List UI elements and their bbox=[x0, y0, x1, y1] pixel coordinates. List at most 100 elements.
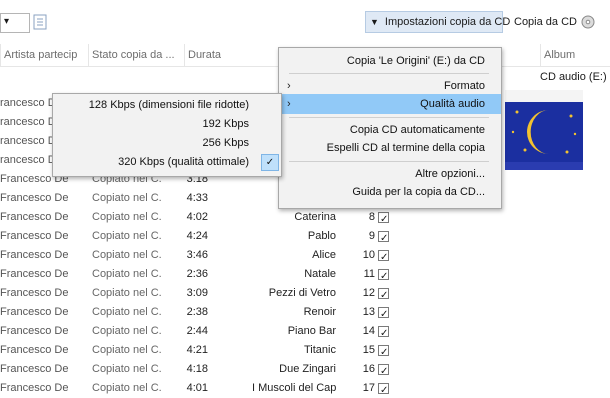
row-artist: Francesco De bbox=[0, 249, 68, 261]
row-artist: Francesco De bbox=[0, 192, 68, 204]
table-row[interactable]: Francesco De Copiato nel C... 4:21 Titanic 1… bbox=[0, 341, 500, 360]
row-title: Titanic bbox=[304, 344, 336, 356]
menu-separator bbox=[289, 161, 489, 162]
header-status[interactable]: Stato copia da ... bbox=[88, 44, 184, 66]
album-label: CD audio (E:) bbox=[540, 71, 607, 83]
row-artist: Francesco De bbox=[0, 211, 68, 223]
row-title: I Muscoli del Capitano bbox=[252, 382, 336, 394]
copy-cd-button[interactable]: Copia da CD bbox=[508, 11, 610, 33]
cd-icon bbox=[581, 15, 595, 29]
row-duration: 4:21 bbox=[186, 344, 208, 356]
row-track-number: 16 bbox=[362, 363, 375, 375]
row-checkbox[interactable] bbox=[378, 364, 389, 375]
table-row[interactable]: Francesco De Copiato nel C... 3:09 Pezzi di… bbox=[0, 284, 500, 303]
row-title: Natale bbox=[304, 268, 336, 280]
row-track-number: 14 bbox=[362, 325, 375, 337]
row-duration: 4:33 bbox=[186, 192, 208, 204]
row-artist: Francesco De bbox=[0, 325, 68, 337]
table-row[interactable]: Francesco De Copiato nel C... 3:46 Alice 10 bbox=[0, 246, 500, 265]
settings-icon[interactable] bbox=[33, 14, 47, 30]
row-status: Copiato nel C... bbox=[92, 211, 162, 223]
quality-option-192[interactable]: 192 Kbps bbox=[53, 115, 281, 134]
row-artist: Francesco De bbox=[0, 344, 68, 356]
selected-check-icon: ✓ bbox=[261, 154, 279, 171]
row-track-number: 10 bbox=[362, 249, 375, 261]
row-duration: 4:01 bbox=[186, 382, 208, 394]
row-track-number: 15 bbox=[362, 344, 375, 356]
menu-item-eject[interactable]: Espelli CD al termine della copia bbox=[279, 138, 501, 158]
quality-option-256[interactable]: 256 Kbps bbox=[53, 134, 281, 153]
row-checkbox[interactable] bbox=[378, 231, 389, 242]
chevron-left-icon: › bbox=[287, 98, 291, 110]
row-artist: Francesco De bbox=[0, 306, 68, 318]
copy-cd-label: Copia da CD bbox=[514, 16, 577, 28]
table-row[interactable]: Francesco De Copiato nel C... 2:44 Piano Ba… bbox=[0, 322, 500, 341]
menu-item-copy-cd[interactable]: Copia 'Le Origini' (E:) da CD bbox=[279, 51, 501, 71]
row-title: Renoir bbox=[303, 306, 336, 318]
header-contributing-artist[interactable]: Artista partecip bbox=[0, 44, 88, 66]
menu-item-auto-copy[interactable]: Copia CD automaticamente bbox=[279, 120, 501, 140]
row-checkbox[interactable] bbox=[378, 269, 389, 280]
row-track-number: 17 bbox=[362, 382, 375, 394]
row-title: Due Zingari bbox=[279, 363, 336, 375]
row-track-number: 9 bbox=[368, 230, 375, 242]
row-duration: 4:02 bbox=[186, 211, 208, 223]
table-row[interactable]: Francesco De Copiato nel C... 2:38 Renoir 13 bbox=[0, 303, 500, 322]
row-status: Copiato nel C... bbox=[92, 230, 162, 242]
row-duration: 4:18 bbox=[186, 363, 208, 375]
table-row[interactable]: Francesco De Copiato nel C... 4:01 I Muscol… bbox=[0, 379, 500, 398]
row-track-number: 8 bbox=[368, 211, 375, 223]
menu-separator bbox=[289, 73, 489, 74]
row-track-number: 13 bbox=[362, 306, 375, 318]
header-duration[interactable]: Durata bbox=[184, 44, 244, 66]
row-artist: Francesco De bbox=[0, 382, 68, 394]
table-row[interactable]: Francesco De Copiato nel C... 4:24 Pablo 9 bbox=[0, 227, 500, 246]
menu-separator bbox=[289, 117, 489, 118]
menu-item-help[interactable]: Guida per la copia da CD... bbox=[279, 182, 501, 202]
row-duration: 2:44 bbox=[186, 325, 208, 337]
row-checkbox[interactable] bbox=[378, 250, 389, 261]
table-row[interactable]: Francesco De Copiato nel C... 2:36 Natale 11 bbox=[0, 265, 500, 284]
menu-item-audio-quality[interactable]: › Qualità audio bbox=[279, 94, 501, 114]
row-status: Copiato nel C... bbox=[92, 382, 162, 394]
row-checkbox[interactable] bbox=[378, 345, 389, 356]
header-album[interactable]: Album bbox=[540, 44, 610, 66]
chevron-down-icon[interactable]: ▾ bbox=[4, 16, 9, 27]
row-artist: Francesco De bbox=[0, 287, 68, 299]
row-title: Pablo bbox=[307, 230, 336, 242]
row-status: Copiato nel C... bbox=[92, 344, 162, 356]
row-duration: 3:09 bbox=[186, 287, 208, 299]
row-title: Pezzi di Vetro bbox=[268, 287, 336, 299]
row-title: Piano Bar bbox=[287, 325, 336, 337]
row-status: Copiato nel C... bbox=[92, 325, 162, 337]
row-checkbox[interactable] bbox=[378, 307, 389, 318]
chevron-down-icon: ▼ bbox=[370, 17, 379, 27]
import-settings-label: Impostazioni copia da CD bbox=[384, 16, 511, 28]
row-duration: 2:36 bbox=[186, 268, 208, 280]
row-track-number: 12 bbox=[362, 287, 375, 299]
row-checkbox[interactable] bbox=[378, 288, 389, 299]
toolbar: ▾ ▼ Impostazioni copia da CD Copia da CD bbox=[0, 0, 610, 45]
row-checkbox[interactable] bbox=[378, 212, 389, 223]
row-artist: Francesco De bbox=[0, 230, 68, 242]
row-status: Copiato nel C... bbox=[92, 249, 162, 261]
row-checkbox[interactable] bbox=[378, 326, 389, 337]
row-status: Copiato nel C... bbox=[92, 306, 162, 318]
menu-item-format[interactable]: › Formato bbox=[279, 76, 501, 96]
row-status: Copiato nel C... bbox=[92, 192, 162, 204]
row-status: Copiato nel C... bbox=[92, 268, 162, 280]
quality-option-128[interactable]: 128 Kbps (dimensioni file ridotte) bbox=[53, 96, 281, 115]
table-row[interactable]: Francesco De Copiato nel C... 4:18 Due Zing… bbox=[0, 360, 500, 379]
table-row[interactable]: Francesco De Copiato nel C... 4:02 Caterina… bbox=[0, 208, 500, 227]
row-duration: 2:38 bbox=[186, 306, 208, 318]
row-artist: Francesco De bbox=[0, 268, 68, 280]
row-title: Alice bbox=[312, 249, 336, 261]
row-checkbox[interactable] bbox=[378, 383, 389, 394]
chevron-left-icon: › bbox=[287, 80, 291, 92]
row-status: Copiato nel C... bbox=[92, 287, 162, 299]
quality-option-320[interactable]: 320 Kbps (qualità ottimale) ✓ bbox=[53, 153, 281, 172]
import-settings-button[interactable]: ▼ Impostazioni copia da CD bbox=[365, 11, 510, 33]
import-settings-menu: Copia 'Le Origini' (E:) da CD › Formato … bbox=[278, 47, 502, 209]
row-duration: 3:46 bbox=[186, 249, 208, 261]
menu-item-more-options[interactable]: Altre opzioni... bbox=[279, 164, 501, 184]
